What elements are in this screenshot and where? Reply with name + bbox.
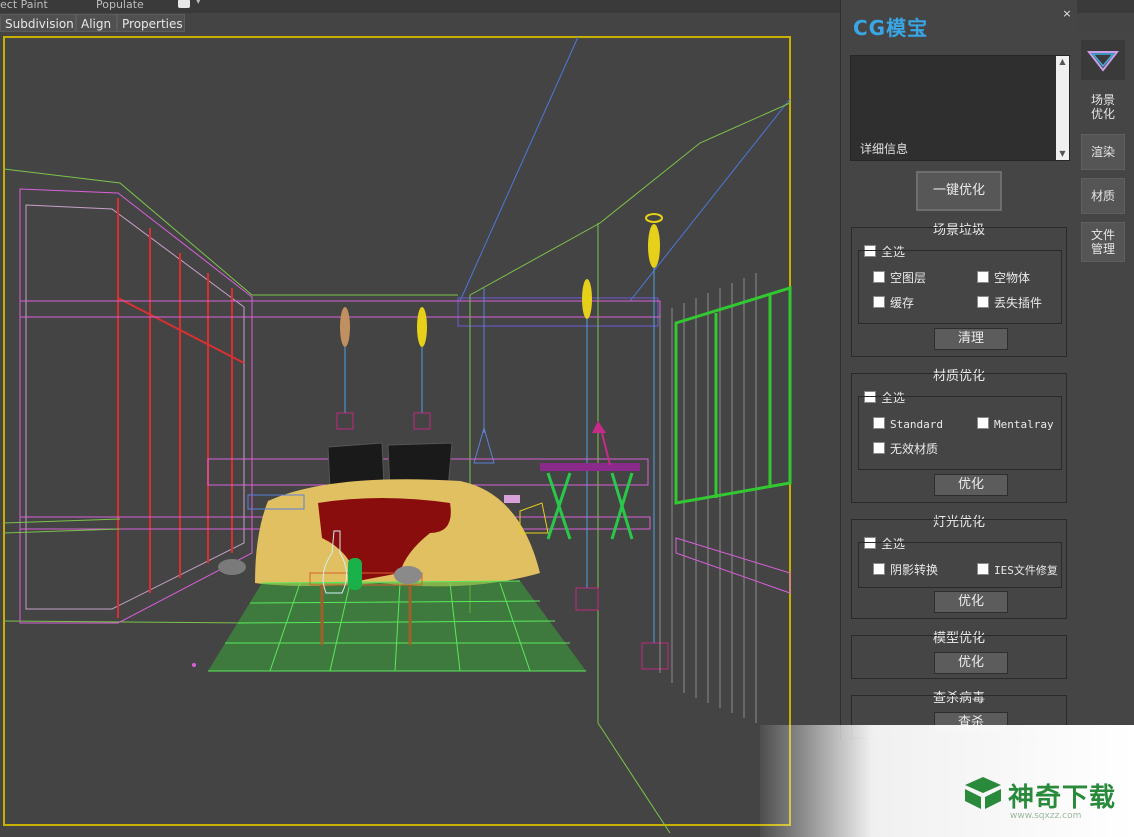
populate-tab[interactable]: Populate [96, 0, 144, 11]
model-opt-group: 优化 [851, 635, 1067, 679]
tab-material[interactable]: 材质 [1081, 178, 1125, 214]
side-tab-bar: 场景优化 渲染 材质 文件管理 [1076, 30, 1134, 740]
watermark-text: 神奇下载 [1008, 783, 1117, 813]
tab-subdivision[interactable]: Subdivision [0, 14, 76, 32]
checkbox-icon [873, 296, 885, 308]
info-scrollbar[interactable]: ▲ ▼ [1056, 56, 1069, 160]
option-invalid-material[interactable]: 无效材质 [873, 442, 938, 456]
scene-junk-group: 全选 空图层 空物体 缓存 丢失插件 清理 [851, 227, 1067, 357]
checkbox-icon [873, 442, 885, 454]
option-shadow-convert[interactable]: 阴影转换 [873, 563, 938, 577]
tab-align[interactable]: Align [76, 14, 117, 32]
checkbox-icon [873, 417, 885, 429]
tab-file-management[interactable]: 文件管理 [1081, 222, 1125, 262]
ribbon-tab-bar: Subdivision Align Properties [0, 13, 840, 33]
option-missing-plugin[interactable]: 丢失插件 [977, 296, 1042, 310]
light-optimize-button[interactable]: 优化 [934, 591, 1008, 613]
checkbox-icon [977, 296, 989, 308]
option-ies-repair[interactable]: IES文件修复 [977, 563, 1058, 578]
scene-junk-options: 空图层 空物体 缓存 丢失插件 [858, 250, 1062, 324]
checkbox-icon [873, 563, 885, 575]
wireframe-scene [3, 36, 792, 834]
option-empty-layer[interactable]: 空图层 [873, 271, 926, 285]
material-opt-group: 全选 Standard Mentalray 无效材质 优化 [851, 373, 1067, 503]
checkbox-icon [977, 563, 989, 575]
tab-properties[interactable]: Properties [117, 14, 185, 32]
app-logo: CG模宝 [853, 16, 929, 40]
gem-logo-icon [1081, 40, 1125, 80]
option-empty-object[interactable]: 空物体 [977, 271, 1030, 285]
watermark-logo-icon [965, 777, 1001, 809]
light-options: 阴影转换 IES文件修复 [858, 542, 1062, 588]
object-paint-tab[interactable]: ect Paint [0, 0, 48, 11]
option-standard[interactable]: Standard [873, 417, 943, 432]
tab-scene-optimize[interactable]: 场景优化 [1081, 86, 1125, 128]
watermark-url: www.sqxzz.com [1010, 811, 1082, 821]
detail-info-label: 详细信息 [860, 142, 909, 156]
option-cache[interactable]: 缓存 [873, 296, 914, 310]
checkbox-icon [977, 271, 989, 283]
scroll-up-icon[interactable]: ▲ [1056, 56, 1069, 68]
one-click-optimize-button[interactable]: 一键优化 [916, 171, 1002, 211]
tab-render[interactable]: 渲染 [1081, 134, 1125, 170]
light-opt-group: 全选 阴影转换 IES文件修复 优化 [851, 519, 1067, 619]
dropdown-icon[interactable] [178, 0, 190, 8]
close-button[interactable]: × [1061, 8, 1073, 20]
chevron-down-icon[interactable]: ▾ [196, 0, 201, 7]
checkbox-icon [873, 271, 885, 283]
material-optimize-button[interactable]: 优化 [934, 474, 1008, 496]
watermark: 神奇下载 www.sqxzz.com [760, 725, 1134, 837]
cg-mobao-panel: CG模宝 × 详细信息 ▲ ▼ 一键优化 场景垃圾 全选 空图层 空物体 缓存 … [840, 0, 1077, 740]
option-mentalray[interactable]: Mentalray [977, 417, 1054, 432]
detail-info-box[interactable]: 详细信息 ▲ ▼ [850, 55, 1070, 161]
clean-button[interactable]: 清理 [934, 328, 1008, 350]
perspective-viewport[interactable] [0, 33, 840, 837]
checkbox-icon [977, 417, 989, 429]
model-optimize-button[interactable]: 优化 [934, 652, 1008, 674]
scroll-down-icon[interactable]: ▼ [1056, 148, 1069, 160]
material-options: Standard Mentalray 无效材质 [858, 396, 1062, 470]
